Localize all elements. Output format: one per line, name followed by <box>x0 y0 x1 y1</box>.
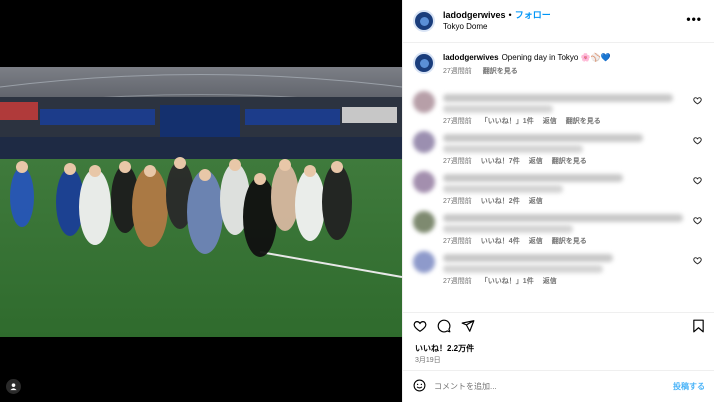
comment-heart-icon[interactable] <box>693 216 702 227</box>
comment-item: 27週間前 いいね！2件 返信 <box>413 171 704 211</box>
translate-link[interactable]: 翻訳を見る <box>566 118 601 125</box>
reply-button[interactable]: 返信 <box>543 278 557 285</box>
comment-time[interactable]: 27週間前 <box>443 118 472 125</box>
reply-button[interactable]: 返信 <box>529 198 543 205</box>
comment-heart-icon[interactable] <box>693 96 702 107</box>
comment-likes[interactable]: 「いいね！」1件 <box>481 118 534 125</box>
add-comment-bar: コメントを追加... 投稿する <box>403 370 714 402</box>
comment-time[interactable]: 27週間前 <box>443 238 472 245</box>
blurred-comment-text <box>443 134 643 142</box>
account-avatar[interactable] <box>413 10 435 32</box>
blurred-comment-text <box>443 225 573 233</box>
translate-link[interactable]: 翻訳を見る <box>552 238 587 245</box>
blurred-comment-text <box>443 185 563 193</box>
commenter-avatar[interactable] <box>413 171 435 193</box>
caption-avatar[interactable] <box>413 52 435 74</box>
post-caption: ladodgerwives Opening day in Tokyo 🌸⚾💙 27… <box>413 52 704 77</box>
caption-text: Opening day in Tokyo 🌸⚾💙 <box>501 53 611 62</box>
commenter-avatar[interactable] <box>413 91 435 113</box>
comment-likes[interactable]: いいね！2件 <box>481 198 520 205</box>
translate-link[interactable]: 翻訳を見る <box>552 158 587 165</box>
blurred-comment-text <box>443 105 553 113</box>
post-date[interactable]: 3月19日 <box>415 355 441 365</box>
comment-likes[interactable]: 「いいね！」1件 <box>481 278 534 285</box>
comment-likes[interactable]: いいね！7件 <box>481 158 520 165</box>
post-media[interactable] <box>0 0 402 402</box>
blurred-comment-text <box>443 94 673 102</box>
stadium-photo <box>0 67 402 337</box>
comment-heart-icon[interactable] <box>693 256 702 267</box>
comment-time[interactable]: 27週間前 <box>443 198 472 205</box>
comment-time[interactable]: 27週間前 <box>443 278 472 285</box>
reply-button[interactable]: 返信 <box>529 158 543 165</box>
bookmark-icon[interactable] <box>692 319 705 336</box>
commenter-avatar[interactable] <box>413 211 435 233</box>
comment-item: 27週間前 いいね！7件 返信 翻訳を見る <box>413 131 704 171</box>
more-horizontal-icon[interactable]: ••• <box>686 12 702 26</box>
comment-input[interactable]: コメントを追加... <box>434 381 673 392</box>
comment-list[interactable]: ladodgerwives Opening day in Tokyo 🌸⚾💙 27… <box>403 43 714 311</box>
comment-icon[interactable] <box>437 319 451 336</box>
post-photo[interactable] <box>0 67 402 337</box>
comment-heart-icon[interactable] <box>693 136 702 147</box>
blurred-comment-text <box>443 214 683 222</box>
caption-time[interactable]: 27週間前 <box>443 68 472 75</box>
likes-count[interactable]: いいね！2.2万件 <box>415 343 474 354</box>
header-username[interactable]: ladodgerwives <box>443 10 506 20</box>
follow-button[interactable]: フォロー <box>515 10 551 20</box>
caption-username[interactable]: ladodgerwives <box>443 53 499 62</box>
reply-button[interactable]: 返信 <box>529 238 543 245</box>
comment-item: 27週間前 「いいね！」1件 返信 翻訳を見る <box>413 91 704 131</box>
commenter-avatar[interactable] <box>413 131 435 153</box>
post-header: ladodgerwives • フォロー Tokyo Dome ••• <box>403 0 714 43</box>
tagged-users-icon[interactable] <box>6 379 21 394</box>
post-panel: ladodgerwives • フォロー Tokyo Dome ••• ladodg… <box>402 0 714 402</box>
emoji-icon[interactable] <box>413 379 426 395</box>
blurred-comment-text <box>443 265 603 273</box>
heart-icon[interactable] <box>413 319 427 336</box>
caption-translate-link[interactable]: 翻訳を見る <box>483 68 518 75</box>
comment-heart-icon[interactable] <box>693 176 702 187</box>
comment-time[interactable]: 27週間前 <box>443 158 472 165</box>
blurred-comment-text <box>443 174 623 182</box>
share-icon[interactable] <box>461 319 475 336</box>
commenter-avatar[interactable] <box>413 251 435 273</box>
location-link[interactable]: Tokyo Dome <box>443 21 551 32</box>
comment-likes[interactable]: いいね！4件 <box>481 238 520 245</box>
comment-item: 27週間前 いいね！4件 返信 翻訳を見る <box>413 211 704 251</box>
post-comment-button[interactable]: 投稿する <box>673 381 705 392</box>
comment-item: 27週間前 「いいね！」1件 返信 <box>413 251 704 291</box>
blurred-comment-text <box>443 145 583 153</box>
reply-button[interactable]: 返信 <box>543 118 557 125</box>
separator: • <box>508 10 512 20</box>
blurred-comment-text <box>443 254 613 262</box>
action-bar <box>403 312 714 342</box>
